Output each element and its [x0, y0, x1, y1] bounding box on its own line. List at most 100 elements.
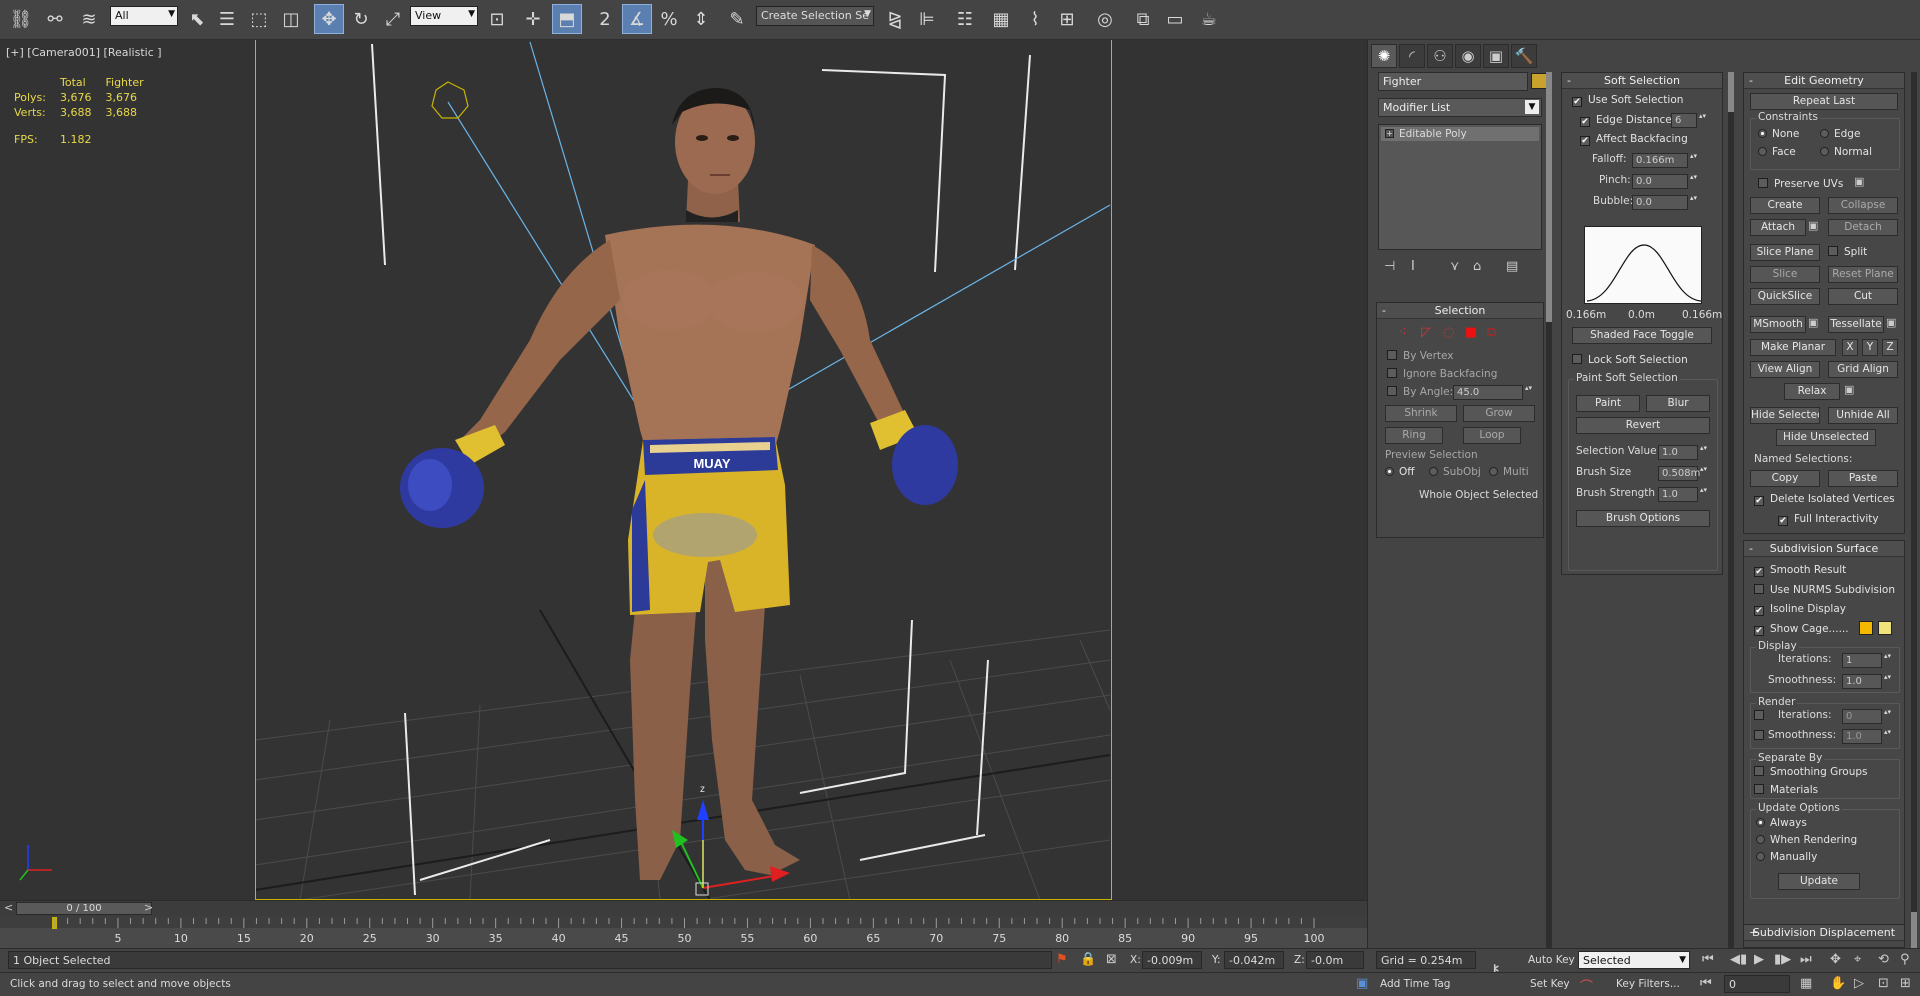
- select-object-icon[interactable]: ⬉: [182, 4, 212, 34]
- preserve-uvs-checkbox[interactable]: Preserve UVs: [1758, 177, 1843, 191]
- constraint-none-radio[interactable]: None: [1758, 127, 1799, 141]
- tessellate-button[interactable]: Tessellate: [1828, 316, 1884, 333]
- planar-z-button[interactable]: Z: [1882, 339, 1898, 356]
- bubble-spinner[interactable]: 0.0: [1632, 195, 1700, 210]
- affect-backfacing-checkbox[interactable]: ✔ Affect Backfacing: [1580, 132, 1688, 146]
- current-frame-field[interactable]: 0: [1724, 975, 1790, 993]
- object-color-swatch[interactable]: [1531, 73, 1547, 89]
- pinch-spinner[interactable]: 0.0: [1632, 174, 1700, 189]
- curve-editor-icon[interactable]: ⌇: [1020, 4, 1050, 34]
- attach-list-icon[interactable]: ▣: [1808, 219, 1818, 232]
- create-tab-icon[interactable]: ✺: [1371, 44, 1397, 68]
- key-mode-dropdown[interactable]: Selected ▼: [1578, 951, 1690, 969]
- render-iterations-checkbox[interactable]: [1754, 709, 1770, 723]
- time-slider-prev-button[interactable]: <: [4, 901, 13, 914]
- ignore-backfacing-checkbox[interactable]: Ignore Backfacing: [1387, 367, 1497, 381]
- collapse-button[interactable]: Collapse: [1828, 197, 1898, 214]
- x-coord-field[interactable]: -0.009m: [1142, 951, 1202, 969]
- walk-through-icon[interactable]: ▷: [1854, 976, 1864, 991]
- time-slider-next-button[interactable]: >: [144, 901, 153, 914]
- schematic-view-icon[interactable]: ⊞: [1052, 4, 1082, 34]
- keyboard-shortcut-override-icon[interactable]: ⬒: [552, 4, 582, 34]
- absolute-mode-icon[interactable]: ⊠: [1106, 952, 1117, 967]
- viewport-label[interactable]: [+] [Camera001] [Realistic ]: [6, 46, 162, 59]
- rendered-frame-icon[interactable]: ▭: [1160, 4, 1190, 34]
- show-cage-checkbox[interactable]: ✔ Show Cage......: [1754, 622, 1849, 636]
- slice-plane-button[interactable]: Slice Plane: [1750, 244, 1820, 261]
- preview-off-radio[interactable]: Off: [1385, 465, 1415, 479]
- add-time-tag-button[interactable]: Add Time Tag: [1380, 978, 1450, 990]
- configure-modifier-sets-icon[interactable]: ▤: [1506, 259, 1518, 274]
- select-rotate-icon[interactable]: ↻: [346, 4, 376, 34]
- update-button[interactable]: Update: [1778, 873, 1860, 890]
- stack-item-editable-poly[interactable]: + Editable Poly: [1381, 127, 1539, 141]
- pivot-center-icon[interactable]: ⊡: [482, 4, 512, 34]
- zoom-extents-icon[interactable]: ⊞: [1900, 976, 1911, 991]
- border-mode-icon[interactable]: ◌: [1443, 325, 1454, 340]
- hide-unselected-button[interactable]: Hide Unselected: [1776, 429, 1876, 446]
- panel-scrollbar-1[interactable]: [1546, 72, 1552, 952]
- modify-tab-icon[interactable]: ◜: [1399, 44, 1425, 68]
- key-filters-button[interactable]: Key Filters...: [1616, 978, 1680, 990]
- orbit-icon[interactable]: ⟲: [1878, 952, 1889, 967]
- render-smoothness-spinner[interactable]: 1.0: [1842, 729, 1894, 744]
- hierarchy-tab-icon[interactable]: ⚇: [1427, 44, 1453, 68]
- materials-checkbox[interactable]: Materials: [1754, 783, 1818, 797]
- by-vertex-checkbox[interactable]: By Vertex: [1387, 349, 1454, 363]
- track-bar[interactable]: 5 10 15 20 25 30 35 40 45 50 55 60 65 70 75 80 85 90 95 100: [0, 916, 1367, 948]
- grow-button[interactable]: Grow: [1463, 405, 1535, 422]
- unhide-all-button[interactable]: Unhide All: [1828, 407, 1898, 424]
- lock-soft-selection-checkbox[interactable]: Lock Soft Selection: [1572, 353, 1688, 367]
- full-interactivity-checkbox[interactable]: ✔ Full Interactivity: [1778, 512, 1879, 526]
- constraint-normal-radio[interactable]: Normal: [1820, 145, 1872, 159]
- display-tab-icon[interactable]: ▣: [1483, 44, 1509, 68]
- falloff-spinner[interactable]: 0.166m: [1632, 153, 1700, 168]
- align-icon[interactable]: ⊫: [912, 4, 942, 34]
- edge-mode-icon[interactable]: ◸: [1421, 325, 1431, 340]
- update-manually-radio[interactable]: Manually: [1756, 850, 1817, 864]
- preview-multi-radio[interactable]: Multi: [1489, 465, 1529, 479]
- selection-rollout-header[interactable]: - Selection: [1377, 303, 1543, 319]
- material-editor-icon[interactable]: ◎: [1090, 4, 1120, 34]
- ring-button[interactable]: Ring: [1385, 427, 1443, 444]
- unlink-icon[interactable]: ⚯: [40, 4, 70, 34]
- spinner-snap-icon[interactable]: ⇕: [686, 4, 716, 34]
- reset-plane-button[interactable]: Reset Plane: [1828, 266, 1898, 283]
- preserve-uvs-settings-icon[interactable]: ▣: [1854, 175, 1864, 188]
- attach-button[interactable]: Attach: [1750, 219, 1806, 236]
- preview-subobj-radio[interactable]: SubObj: [1429, 465, 1481, 479]
- subdivision-displacement-header[interactable]: + Subdivision Displacement: [1744, 925, 1904, 941]
- paste-button[interactable]: Paste: [1828, 470, 1898, 487]
- selection-value-spinner[interactable]: 1.0: [1658, 445, 1710, 460]
- use-soft-selection-checkbox[interactable]: ✔ Use Soft Selection: [1572, 93, 1683, 107]
- tessellate-settings-icon[interactable]: ▣: [1886, 316, 1896, 329]
- grid-align-button[interactable]: Grid Align: [1828, 361, 1898, 378]
- slice-button[interactable]: Slice: [1750, 266, 1820, 283]
- shrink-button[interactable]: Shrink: [1385, 405, 1457, 422]
- msmooth-button[interactable]: MSmooth: [1750, 316, 1806, 333]
- y-coord-field[interactable]: -0.042m: [1224, 951, 1284, 969]
- relax-settings-icon[interactable]: ▣: [1844, 383, 1854, 396]
- msmooth-settings-icon[interactable]: ▣: [1808, 316, 1818, 329]
- display-smoothness-spinner[interactable]: 1.0: [1842, 674, 1894, 689]
- planar-y-button[interactable]: Y: [1862, 339, 1878, 356]
- set-key-button[interactable]: Set Key: [1530, 978, 1570, 990]
- use-nurms-checkbox[interactable]: Use NURMS Subdivision: [1754, 583, 1895, 597]
- remove-modifier-icon[interactable]: ⌂: [1473, 259, 1481, 274]
- select-move-icon[interactable]: ✥: [314, 4, 344, 34]
- play-icon[interactable]: ▶: [1754, 952, 1764, 967]
- rect-selection-icon[interactable]: ⬚: [244, 4, 274, 34]
- time-slider[interactable]: < 0 / 100 >: [0, 900, 1367, 916]
- revert-button[interactable]: Revert: [1576, 417, 1710, 434]
- key-mode-toggle-icon[interactable]: ⏮: [1700, 976, 1712, 991]
- time-slider-thumb[interactable]: 0 / 100: [16, 902, 152, 915]
- named-selection-dropdown[interactable]: Create Selection Se ▼: [756, 6, 874, 26]
- paint-button[interactable]: Paint: [1576, 395, 1640, 412]
- show-end-result-icon[interactable]: Ⅰ: [1411, 259, 1415, 274]
- go-to-start-icon[interactable]: ⏮: [1702, 952, 1714, 967]
- camera-viewport[interactable]: MUAY z [+] [Camera001] [Realistic] Tota…: [0, 40, 1367, 900]
- panel-scrollbar-2[interactable]: [1728, 72, 1734, 952]
- repeat-last-button[interactable]: Repeat Last: [1750, 93, 1898, 110]
- modifier-list-dropdown[interactable]: Modifier List ▼: [1378, 98, 1542, 117]
- zoom-icon[interactable]: ✥: [1830, 952, 1841, 967]
